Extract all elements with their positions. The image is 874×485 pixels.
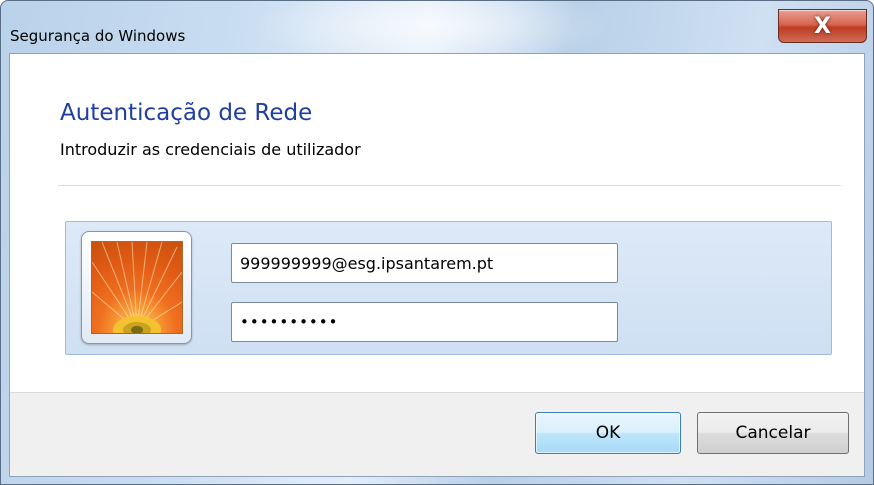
button-bar: OK Cancelar <box>10 392 864 476</box>
password-field[interactable] <box>231 302 618 342</box>
dialog-subheading: Introduzir as credenciais de utilizador <box>60 140 361 159</box>
security-dialog: Segurança do Windows X Autenticação de R… <box>0 0 874 485</box>
cancel-button[interactable]: Cancelar <box>697 412 849 454</box>
dialog-body: Autenticação de Rede Introduzir as crede… <box>9 53 865 477</box>
close-button[interactable]: X <box>778 9 867 43</box>
username-field[interactable] <box>231 243 618 283</box>
credential-tile[interactable] <box>65 221 832 355</box>
avatar <box>81 231 192 344</box>
ok-button[interactable]: OK <box>535 412 681 454</box>
user-avatar-flower-icon <box>91 241 183 334</box>
title-bar[interactable]: Segurança do Windows X <box>1 1 873 71</box>
dialog-heading: Autenticação de Rede <box>60 100 313 126</box>
close-icon: X <box>814 13 831 39</box>
separator <box>58 185 841 186</box>
window-title: Segurança do Windows <box>10 27 186 45</box>
